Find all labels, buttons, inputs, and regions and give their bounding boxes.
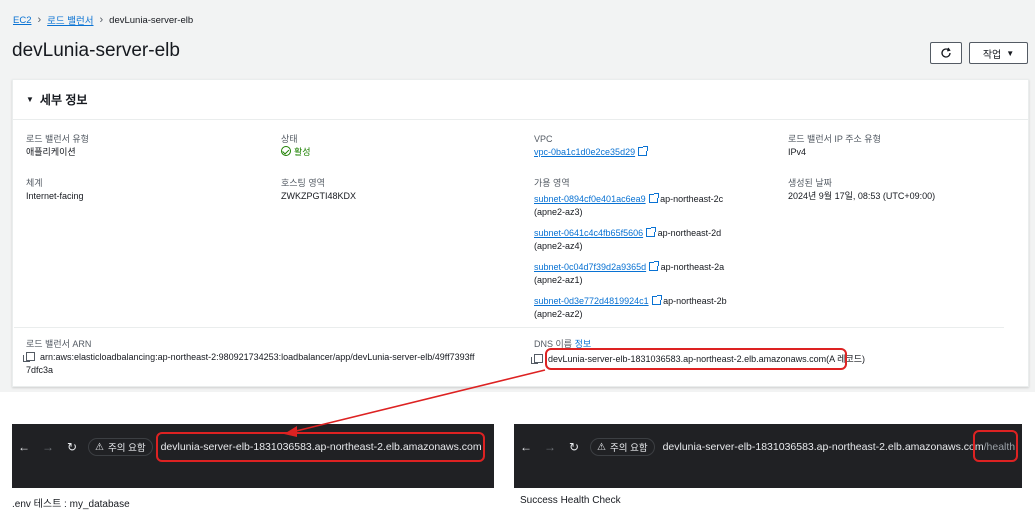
forward-arrow-icon[interactable]: → <box>538 440 562 454</box>
subnet-link[interactable]: subnet-0c04d7f39d2a9365d <box>534 262 646 272</box>
copy-icon[interactable] <box>531 354 543 365</box>
reload-icon[interactable]: ↻ <box>562 440 586 454</box>
reload-icon[interactable]: ↻ <box>60 440 84 454</box>
az-item: subnet-0c04d7f39d2a9365d ap-northeast-2a… <box>534 261 724 287</box>
external-link-icon <box>638 146 649 157</box>
url-host: devlunia-server-elb-1831036583.ap-northe… <box>662 441 984 453</box>
field-state: 상태 활성 <box>281 133 311 159</box>
forward-arrow-icon[interactable]: → <box>36 440 60 454</box>
security-warning-label: 주의 요함 <box>609 443 648 454</box>
external-link-icon <box>651 295 662 305</box>
az-zone: ap-northeast-2d <box>657 228 722 238</box>
subnet-link[interactable]: subnet-0d3e772d4819924c1 <box>534 296 649 306</box>
field-label: 상태 <box>281 134 298 144</box>
url-highlight-box <box>156 432 485 462</box>
external-link-icon <box>648 193 659 203</box>
subnet-link[interactable]: subnet-0894cf0e401ac6ea9 <box>534 194 646 204</box>
arn-value-line1: arn:aws:elasticloadbalancing:ap-northeas… <box>40 352 475 363</box>
breadcrumb-load-balancers[interactable]: 로드 밸런서 <box>47 13 93 27</box>
caret-down-icon: ▼ <box>26 95 34 104</box>
field-value: Internet-facing <box>26 191 84 202</box>
back-arrow-icon[interactable]: ← <box>12 440 36 454</box>
field-created: 생성된 날짜 2024년 9월 17일, 08:53 (UTC+09:00) <box>788 177 935 203</box>
back-arrow-icon[interactable]: ← <box>514 440 538 454</box>
field-label: 로드 밸런서 ARN <box>26 339 92 349</box>
az-code: (apne2-az1) <box>534 275 583 286</box>
field-label: 호스팅 영역 <box>281 178 325 188</box>
az-code: (apne2-az3) <box>534 207 583 218</box>
caption-left: .env 테스트 : my_database <box>12 499 130 510</box>
field-label: 가용 영역 <box>534 178 570 188</box>
arn-value-line2: 7dfc3a <box>26 365 54 376</box>
divider <box>14 327 1004 328</box>
warning-icon: ⚠ <box>95 441 104 453</box>
breadcrumb-ec2[interactable]: EC2 <box>13 15 31 26</box>
az-code: (apne2-az2) <box>534 309 583 320</box>
address-bar-url[interactable]: devlunia-server-elb-1831036583.ap-northe… <box>663 441 1016 453</box>
caption-right: Success Health Check <box>520 495 621 506</box>
page-title: devLunia-server-elb <box>12 40 180 61</box>
field-label: 생성된 날짜 <box>788 178 832 188</box>
actions-label: 작업 <box>982 49 1002 61</box>
chevron-right-icon: › <box>37 14 42 26</box>
security-warning-chip[interactable]: ⚠ 주의 요함 <box>590 438 655 456</box>
external-link-icon <box>649 261 660 271</box>
az-item: subnet-0d3e772d4819924c1 ap-northeast-2b… <box>534 295 727 321</box>
details-panel-title: 세부 정보 <box>39 93 88 107</box>
external-link-icon <box>646 227 657 237</box>
ec2-console: EC2 › 로드 밸런서 › devLunia-server-elb devLu… <box>0 0 1035 392</box>
field-value: ZWKZPGTI48KDX <box>281 191 357 202</box>
az-item: subnet-0894cf0e401ac6ea9 ap-northeast-2c… <box>534 193 723 219</box>
az-item: subnet-0641c4c4fb65f5606 ap-northeast-2d… <box>534 227 721 253</box>
dns-highlight-box <box>545 348 847 370</box>
actions-button[interactable]: 작업 ▼ <box>969 42 1028 64</box>
caret-down-icon: ▼ <box>1006 48 1015 58</box>
field-value: IPv4 <box>788 147 807 158</box>
az-zone: ap-northeast-2c <box>660 194 724 204</box>
field-label: 로드 밸런서 유형 <box>26 134 89 144</box>
field-label: 로드 밸런서 IP 주소 유형 <box>788 134 881 144</box>
chevron-right-icon: › <box>99 14 104 26</box>
field-value: 2024년 9월 17일, 08:53 (UTC+09:00) <box>788 191 936 202</box>
details-panel-header[interactable]: ▼ 세부 정보 <box>13 80 1028 120</box>
browser-address-bar-right: ← → ↻ ⚠ 주의 요함 devlunia-server-elb-183103… <box>514 424 1022 488</box>
field-ip-type: 로드 밸런서 IP 주소 유형 IPv4 <box>788 133 881 159</box>
security-warning-label: 주의 요함 <box>107 443 146 454</box>
field-scheme: 체계 Internet-facing <box>26 177 84 203</box>
field-value: 애플리케이션 <box>26 147 76 158</box>
field-label: 체계 <box>26 178 43 188</box>
az-zone: ap-northeast-2a <box>660 262 725 272</box>
status-badge: 활성 <box>281 146 311 159</box>
refresh-icon <box>941 47 951 58</box>
subnet-link[interactable]: subnet-0641c4c4fb65f5606 <box>534 228 643 238</box>
path-highlight-box <box>973 430 1018 462</box>
vpc-link[interactable]: vpc-0ba1c1d0e2ce35d29 <box>534 147 635 157</box>
az-code: (apne2-az4) <box>534 241 583 252</box>
field-availability-zones: 가용 영역 <box>534 177 570 190</box>
copy-icon[interactable] <box>23 352 35 363</box>
az-zone: ap-northeast-2b <box>663 296 727 306</box>
breadcrumb: EC2 › 로드 밸런서 › devLunia-server-elb <box>13 13 193 27</box>
field-vpc: VPC vpc-0ba1c1d0e2ce35d29 <box>534 133 649 159</box>
field-hosted-zone: 호스팅 영역 ZWKZPGTI48KDX <box>281 177 356 203</box>
field-lb-type: 로드 밸런서 유형 애플리케이션 <box>26 133 89 159</box>
status-text: 활성 <box>294 147 311 158</box>
browser-toolbar: ← → ↻ ⚠ 주의 요함 devlunia-server-elb-183103… <box>514 436 1015 458</box>
security-warning-chip[interactable]: ⚠ 주의 요함 <box>88 438 153 456</box>
field-arn: 로드 밸런서 ARN arn:aws:elasticloadbalancing:… <box>23 338 526 377</box>
warning-icon: ⚠ <box>597 441 606 453</box>
refresh-button[interactable] <box>930 42 962 64</box>
breadcrumb-current: devLunia-server-elb <box>109 14 194 26</box>
field-label: VPC <box>534 134 553 144</box>
check-circle-icon <box>281 146 291 157</box>
